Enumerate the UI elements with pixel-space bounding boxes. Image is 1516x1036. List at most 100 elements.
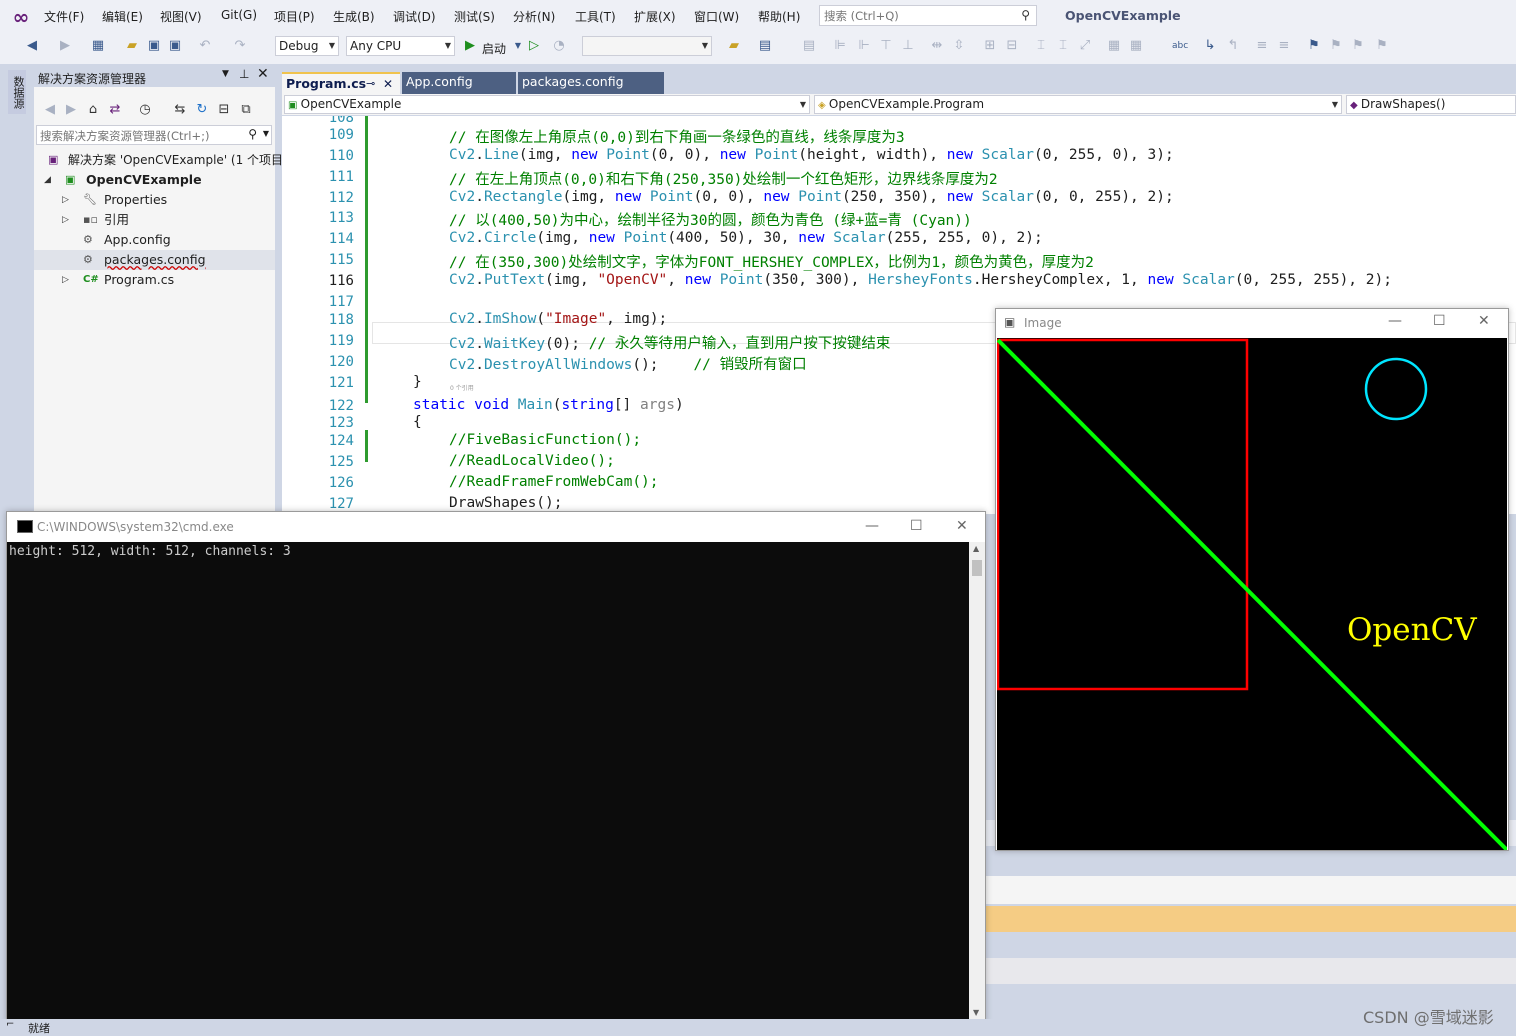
menu-project[interactable]: 项目(P)	[274, 8, 315, 25]
align-center-icon[interactable]: ⊩	[856, 38, 872, 54]
pin-icon[interactable]: ⊸	[366, 74, 375, 94]
redo-icon[interactable]: ↷	[232, 38, 248, 54]
align-left-icon[interactable]: ⊫	[832, 38, 848, 54]
search-input[interactable]	[820, 6, 1018, 26]
menu-window[interactable]: 窗口(W)	[694, 8, 739, 25]
bookmark-icon[interactable]: ⚑	[1306, 38, 1322, 54]
menu-build[interactable]: 生成(B)	[333, 8, 375, 25]
toolbar-icon[interactable]: ▤	[801, 38, 817, 54]
maximize-icon[interactable]: ☐	[1433, 313, 1446, 329]
grid-icon[interactable]: ▦	[1106, 38, 1122, 54]
collapsed-arrow-icon[interactable]: ▷	[62, 270, 69, 290]
close-icon[interactable]: ✕	[257, 66, 269, 82]
collapsed-arrow-icon[interactable]: ▷	[62, 190, 69, 210]
menu-view[interactable]: 视图(V)	[160, 8, 202, 25]
uncomment-icon[interactable]: ≡	[1276, 38, 1292, 54]
collapsed-arrow-icon[interactable]: ▷	[62, 210, 69, 230]
sync-icon[interactable]: ⇆	[172, 102, 188, 118]
scrollbar-thumb[interactable]	[972, 560, 982, 576]
tree-item-project[interactable]: ◢ ▣ OpenCVExample	[34, 170, 275, 190]
chevron-down-icon[interactable]: ▼	[263, 129, 269, 138]
maximize-icon[interactable]: ☐	[910, 518, 923, 534]
spellcheck-icon[interactable]: abc	[1172, 38, 1188, 54]
search-box[interactable]: ⚲	[819, 5, 1037, 26]
empty-combo[interactable]: ▼	[582, 36, 712, 56]
step-icon[interactable]: ↳	[1202, 38, 1218, 54]
menu-edit[interactable]: 编辑(E)	[102, 8, 143, 25]
menu-test[interactable]: 测试(S)	[454, 8, 495, 25]
hot-reload-icon[interactable]: ◔	[551, 38, 567, 54]
show-all-files-icon[interactable]: ⧉	[238, 102, 254, 118]
data-sources-tab[interactable]: 数据源	[8, 70, 26, 114]
project-dropdown[interactable]: ▣ OpenCVExample ▼	[284, 95, 810, 114]
menu-extensions[interactable]: 扩展(X)	[634, 8, 676, 25]
tree-item-references[interactable]: ▷ ▪▫ 引用	[34, 210, 275, 230]
menu-help[interactable]: 帮助(H)	[758, 8, 800, 25]
window-layout-icon[interactable]: ▤	[757, 38, 773, 54]
solution-search-input[interactable]	[37, 126, 243, 145]
tree-item-program-cs[interactable]: ▷ C# Program.cs	[34, 270, 275, 290]
menu-file[interactable]: 文件(F)	[44, 8, 84, 25]
close-icon[interactable]: ✕	[1478, 313, 1490, 329]
start-play-icon[interactable]: ▶	[462, 38, 478, 54]
forward-icon[interactable]: ▶	[63, 102, 79, 118]
folder-icon[interactable]: ▰	[726, 38, 742, 54]
tree-item-solution[interactable]: ▣ 解决方案 'OpenCVExample' (1 个项目	[34, 150, 283, 170]
center-v-icon[interactable]: ⌶	[1055, 38, 1071, 54]
menu-analyze[interactable]: 分析(N)	[513, 8, 555, 25]
align-top-icon[interactable]: ⊤	[878, 38, 894, 54]
tree-item-properties[interactable]: ▷ 🔧︎ Properties	[34, 190, 275, 210]
spacing-icon[interactable]: ⇹	[929, 38, 945, 54]
platform-select[interactable]: Any CPU ▼	[346, 36, 455, 56]
image-window-titlebar[interactable]: ▣ Image — ☐ ✕	[996, 309, 1508, 337]
member-dropdown[interactable]: ◆ DrawShapes()	[1346, 95, 1516, 114]
start-without-debug-icon[interactable]: ▷	[526, 38, 542, 54]
save-all-icon[interactable]: ▣	[167, 38, 183, 54]
minimize-icon[interactable]: —	[865, 518, 879, 534]
home-icon[interactable]: ⌂	[85, 102, 101, 118]
step-out-icon[interactable]: ↰	[1225, 38, 1241, 54]
grid-alt-icon[interactable]: ▦	[1128, 38, 1144, 54]
pin-icon[interactable]: ⊥	[239, 67, 249, 81]
menu-git[interactable]: Git(G)	[221, 8, 257, 22]
back-icon[interactable]: ◀	[42, 102, 58, 118]
minimize-icon[interactable]: —	[1388, 313, 1402, 329]
start-button-label[interactable]: 启动	[482, 40, 506, 57]
undo-icon[interactable]: ↶	[197, 38, 213, 54]
search-icon[interactable]: ⚲	[248, 127, 257, 141]
scroll-up-icon[interactable]: ▲	[973, 544, 979, 553]
collapse-all-icon[interactable]: ⊟	[216, 102, 232, 118]
open-folder-icon[interactable]: ▰	[124, 38, 140, 54]
tab-packages-config[interactable]: packages.config	[518, 72, 664, 94]
cmd-window-titlebar[interactable]: C:\WINDOWS\system32\cmd.exe — ☐ ✕	[7, 512, 985, 542]
tree-item-packages-config[interactable]: ⚙ packages.config	[34, 250, 275, 270]
search-icon[interactable]: ⚲	[1021, 8, 1030, 22]
class-dropdown[interactable]: ◈ OpenCVExample.Program ▼	[814, 95, 1342, 114]
tab-app-config[interactable]: App.config	[402, 72, 516, 94]
spacing-v-icon[interactable]: ⇳	[951, 38, 967, 54]
menu-debug[interactable]: 调试(D)	[393, 8, 436, 25]
bookmark-clear-icon[interactable]: ⚑	[1374, 38, 1390, 54]
comment-icon[interactable]: ≡	[1254, 38, 1270, 54]
size-icon[interactable]: ⊞	[982, 38, 998, 54]
tab-program-cs[interactable]: Program.cs ⊸ ✕	[282, 72, 400, 94]
close-icon[interactable]: ✕	[383, 74, 393, 94]
chevron-down-icon[interactable]: ▼	[510, 38, 526, 54]
cmd-scrollbar[interactable]: ▲ ▼	[969, 542, 985, 1022]
new-project-icon[interactable]: ▦	[90, 38, 106, 54]
close-icon[interactable]: ✕	[956, 518, 968, 534]
scroll-down-icon[interactable]: ▼	[973, 1008, 979, 1017]
switch-views-icon[interactable]: ⇄	[107, 102, 123, 118]
solution-search-box[interactable]: ⚲ ▼	[36, 125, 272, 145]
tree-item-app-config[interactable]: ⚙ App.config	[34, 230, 275, 250]
menu-tools[interactable]: 工具(T)	[575, 8, 616, 25]
forward-icon[interactable]: ▶	[57, 38, 73, 54]
cmd-console[interactable]: height: 512, width: 512, channels: 3	[7, 542, 969, 1022]
save-icon[interactable]: ▣	[146, 38, 162, 54]
align-bottom-icon[interactable]: ⊥	[900, 38, 916, 54]
config-select[interactable]: Debug ▼	[275, 36, 339, 56]
chevron-down-icon[interactable]: ▼	[222, 69, 229, 79]
back-icon[interactable]: ◀	[24, 38, 40, 54]
center-h-icon[interactable]: ⌶	[1033, 38, 1049, 54]
expanded-arrow-icon[interactable]: ◢	[44, 170, 51, 190]
